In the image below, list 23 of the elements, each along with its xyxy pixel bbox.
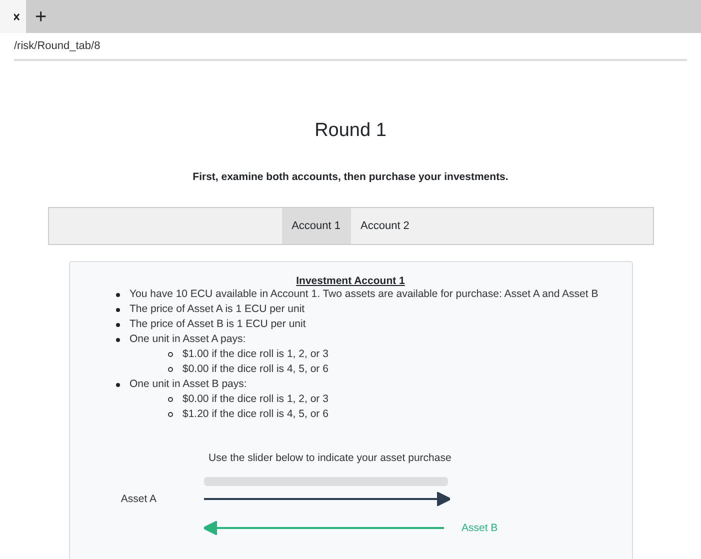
right-arrow-icon [204,492,450,506]
account-tab[interactable]: Account 1 [282,208,350,244]
asset-label: Asset B [462,522,498,534]
list-item: The price of Asset A is 1 ECU per unit [116,302,305,317]
slider-prompt: Use the slider below to indicate your asset purchase [208,452,452,464]
list-item: $0.00 if the dice roll is 1, 2, or 3 [168,392,328,407]
address-field[interactable]: /risk/Round_tab/8 [14,40,100,52]
list-item: One unit in Asset B pays: [116,377,247,392]
list-item: You have 10 ECU available in Account 1. Two assets are available for purchase: Asset A and Asset B [116,287,598,302]
list-item: $0.00 if the dice roll is 4, 5, or 6 [168,362,328,377]
list-item: $1.00 if the dice roll is 1, 2, or 3 [168,347,328,362]
list-item: The price of Asset B is 1 ECU per unit [116,317,306,332]
list-item: One unit in Asset A pays: [116,332,246,347]
new-tab-button[interactable]: + [35,6,47,26]
page-title: Round 1 [314,119,386,143]
slider-track[interactable] [204,477,448,486]
asset-label: Asset A [120,493,156,505]
list-item: $1.20 if the dice roll is 4, 5, or 6 [168,407,328,422]
account-tab[interactable]: Account 2 [350,208,420,244]
account-heading: Investment Account 1 [295,275,406,287]
instruction-text: First, examine both accounts, then purchase your investments. [192,171,508,183]
close-icon[interactable] [14,12,20,20]
left-arrow-icon [204,521,444,535]
